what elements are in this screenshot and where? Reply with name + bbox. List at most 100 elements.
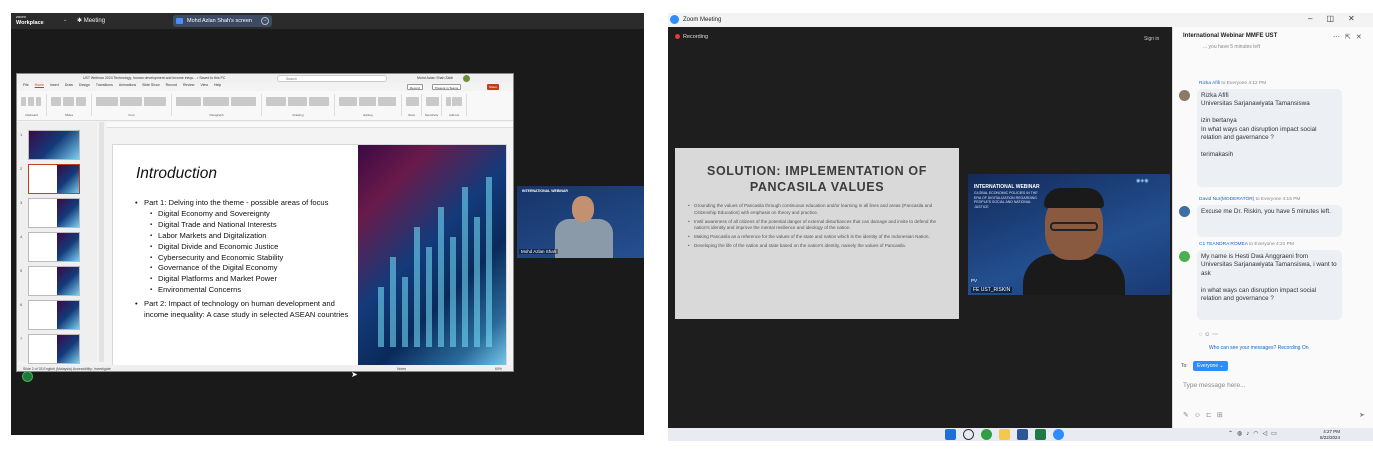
zoom-taskbar-icon[interactable] (1053, 429, 1064, 440)
ribbon-tool-icon[interactable] (434, 97, 439, 106)
ribbon-tool-icon[interactable] (457, 97, 463, 106)
ppt-menu-animations[interactable]: Animations (119, 83, 136, 87)
chat-message-bubble[interactable]: My name is Hesti Dwa Anggraeni from Univ… (1197, 250, 1342, 320)
record-button[interactable]: Record (407, 84, 423, 90)
start-icon[interactable] (945, 429, 956, 440)
ribbon-group-editing[interactable]: Editing (335, 94, 402, 117)
ppt-search-input[interactable]: Search (277, 75, 387, 82)
app-tray-icon[interactable]: ◍ (1237, 431, 1246, 437)
screenshot-icon[interactable]: ⊏ (1206, 412, 1217, 419)
avatar[interactable] (463, 75, 470, 82)
taskbar-clock[interactable]: 4:27 PM 8/22/2024 (1320, 429, 1340, 440)
ribbon-tool-icon[interactable] (451, 97, 457, 106)
meeting-menu[interactable]: ✱ Meeting (77, 17, 105, 24)
close-icon[interactable]: ✕ (1348, 14, 1369, 23)
slide-thumbnail[interactable] (28, 334, 80, 364)
close-share-icon[interactable]: – (261, 17, 269, 25)
shared-screen-tab[interactable]: Mohd Azlan Shah's screen – (173, 15, 272, 27)
chat-sender[interactable]: David Nur(MODERATOR) (1199, 197, 1254, 202)
ribbon-group-voice[interactable]: Voice (402, 94, 422, 117)
ribbon-tool-icon[interactable] (51, 97, 62, 106)
ppt-menu-file[interactable]: File (23, 83, 29, 87)
ribbon-tool-icon[interactable] (203, 97, 229, 106)
ribbon-tool-icon[interactable] (358, 97, 377, 106)
ribbon-tool-icon[interactable] (96, 97, 118, 106)
speaker-video-tile[interactable]: INTERNATIONAL WEBINAR GLOBAL ECONOMIC PO… (968, 174, 1170, 295)
ribbon-tool-icon[interactable] (176, 97, 202, 106)
ribbon-group-drawing[interactable]: Drawing (262, 94, 335, 117)
minimize-icon[interactable]: – (1308, 14, 1326, 23)
file-explorer-icon[interactable] (999, 429, 1010, 440)
ribbon-tool-icon[interactable] (35, 97, 41, 106)
ribbon-group-slides[interactable]: Slides (47, 94, 92, 117)
ppt-menu-view[interactable]: View (200, 83, 208, 87)
chat-message-bubble[interactable]: Rizka Afifi Universitas Sarjanawiyata Tam… (1197, 89, 1342, 187)
ribbon-tool-icon[interactable] (287, 97, 308, 106)
brand-chevron-icon[interactable]: ⌄ (63, 17, 67, 23)
send-icon[interactable]: ➤ (1359, 411, 1365, 419)
ribbon-tool-icon[interactable] (75, 97, 86, 106)
ribbon-group-clipboard[interactable]: Clipboard (17, 94, 47, 117)
format-icon[interactable]: ✎ (1183, 412, 1194, 419)
recording-indicator[interactable]: Recording (675, 34, 708, 40)
ppt-menu-help[interactable]: Help (214, 83, 221, 87)
chat-message-bubble[interactable]: Excuse me Dr. Riskin, you have 5 minutes… (1197, 205, 1342, 237)
ribbon-tool-icon[interactable] (144, 97, 166, 106)
slide-thumbnail[interactable] (28, 232, 80, 262)
ribbon-group-add-ins[interactable]: Add-ins (442, 94, 467, 117)
share-button[interactable]: Share (487, 84, 500, 90)
battery-icon[interactable]: ▭ (1271, 431, 1281, 437)
close-chat-icon[interactable]: ✕ (1356, 34, 1367, 41)
excel-icon[interactable] (1035, 429, 1046, 440)
recipient-dropdown[interactable]: Everyone ⌄ (1193, 361, 1228, 371)
ppt-menu-transitions[interactable]: Transitions (96, 83, 113, 87)
notes-button[interactable]: Notes (397, 367, 406, 371)
word-icon[interactable] (1017, 429, 1028, 440)
ribbon-group-sensitivity[interactable]: Sensitivity (422, 94, 442, 117)
file-icon[interactable]: ⊞ (1217, 412, 1228, 419)
browser-icon[interactable] (981, 429, 992, 440)
zoom-status-icon[interactable] (22, 371, 33, 382)
ppt-menu-record[interactable]: Record (166, 83, 177, 87)
ppt-menu-review[interactable]: Review (183, 83, 194, 87)
ribbon-group-paragraph[interactable]: Paragraph (172, 94, 262, 117)
present-teams-button[interactable]: Present in Teams (432, 84, 462, 90)
ribbon-tool-icon[interactable] (21, 97, 27, 106)
ribbon-tool-icon[interactable] (378, 97, 396, 106)
ribbon-tool-icon[interactable] (266, 97, 286, 106)
ribbon-tool-icon[interactable] (230, 97, 256, 106)
sign-in-link[interactable]: Sign in (1144, 36, 1159, 42)
ribbon-tool-icon[interactable] (120, 97, 142, 106)
chat-sender[interactable]: Rizka Afifi (1199, 81, 1220, 86)
window-controls[interactable]: –◫✕ (1308, 14, 1369, 23)
thumbnail-scrollbar[interactable] (99, 122, 104, 362)
restore-icon[interactable]: ◫ (1326, 14, 1348, 23)
ppt-menu-draw[interactable]: Draw (65, 83, 73, 87)
ribbon-tool-icon[interactable] (339, 97, 357, 106)
slide-thumbnail[interactable] (28, 266, 80, 296)
ribbon-tool-icon[interactable] (28, 97, 34, 106)
ribbon-tool-icon[interactable] (446, 97, 451, 106)
slide-thumbnail[interactable] (28, 164, 80, 194)
ribbon-tool-icon[interactable] (63, 97, 74, 106)
volume-icon[interactable]: ◁ (1263, 431, 1272, 437)
ribbon-tool-icon[interactable] (309, 97, 329, 106)
slide-thumbnail[interactable] (28, 130, 80, 160)
zoom-level[interactable]: 60% (495, 367, 502, 371)
chevron-up-icon[interactable]: ⌃ (1228, 431, 1237, 437)
ribbon-group-font[interactable]: Font (92, 94, 172, 117)
search-icon[interactable] (963, 429, 974, 440)
message-reaction-icons[interactable]: ◌ ☺ ⋯ (1199, 331, 1218, 338)
emoji-icon[interactable]: ☺ (1194, 412, 1206, 419)
ppt-menu-slide-show[interactable]: Slide Show (142, 83, 160, 87)
ppt-menu-home[interactable]: Home (35, 83, 44, 87)
participant-video-tile[interactable]: INTERNATIONAL WEBINAR Mohd Azlan Shah (517, 186, 644, 258)
chat-message-input[interactable]: Type message here... (1183, 382, 1246, 389)
slide-thumbnail[interactable] (28, 300, 80, 330)
ppt-menu-design[interactable]: Design (79, 83, 90, 87)
ribbon-tool-icon[interactable] (414, 97, 419, 106)
chat-sender[interactable]: C1 TEANDRA ROMEA (1199, 242, 1248, 247)
ppt-menu-insert[interactable]: Insert (50, 83, 59, 87)
wifi-icon[interactable]: ◠ (1253, 431, 1262, 437)
more-icon[interactable]: ⋯ (1333, 34, 1345, 41)
